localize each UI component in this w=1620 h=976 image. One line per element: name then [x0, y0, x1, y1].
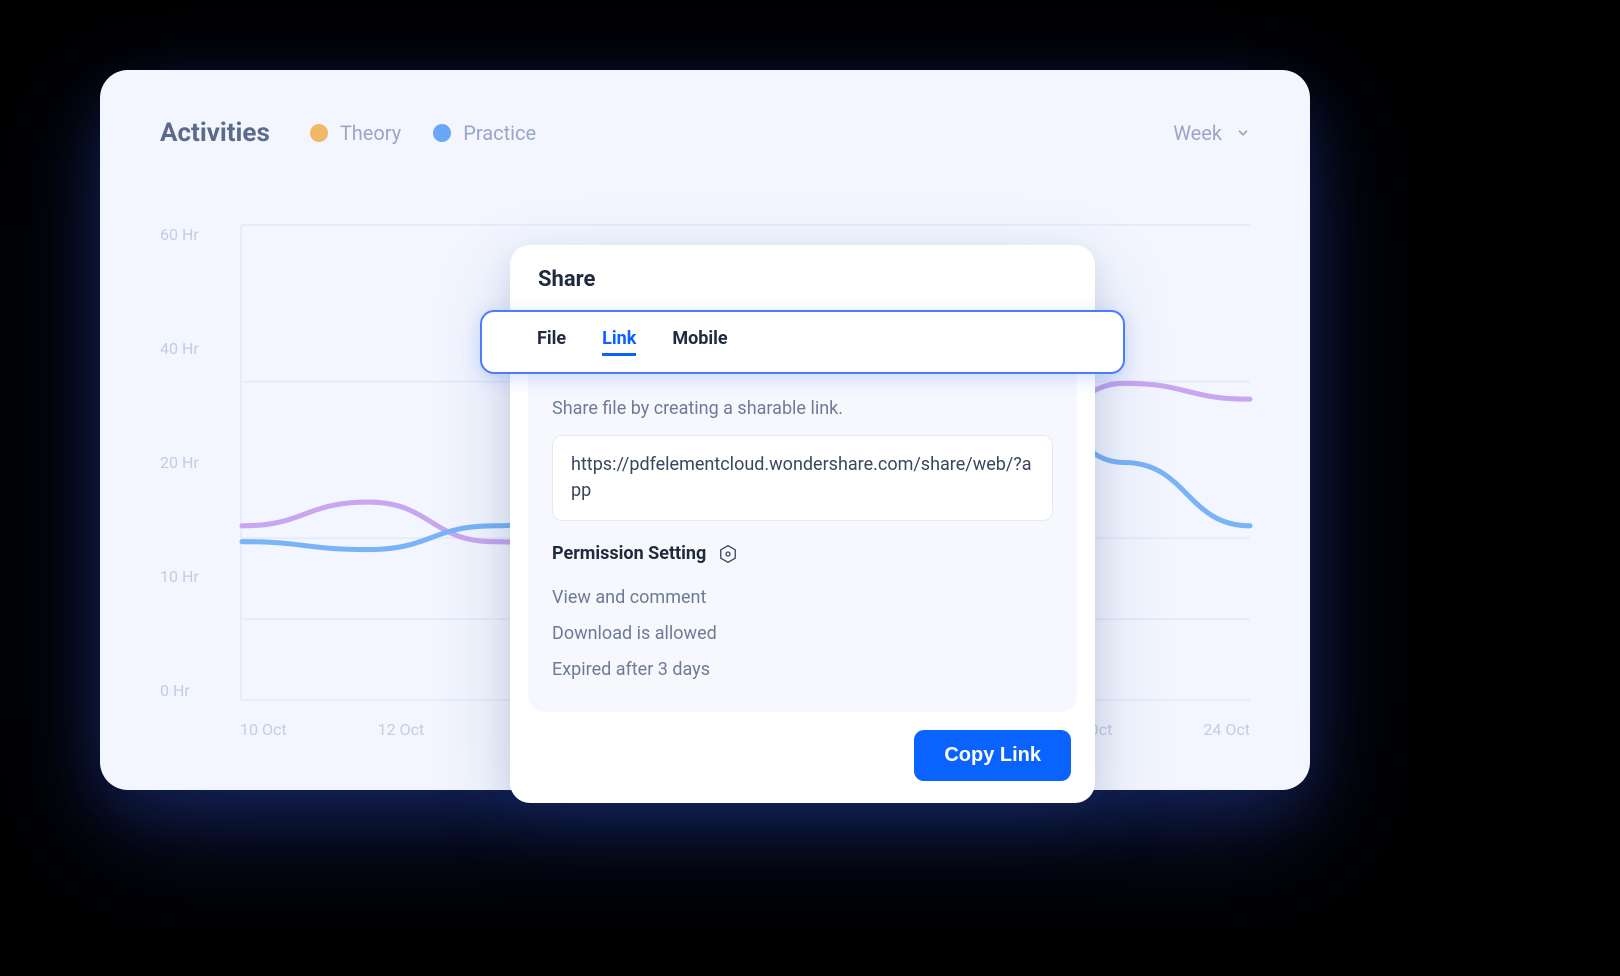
share-link-url[interactable]: https://pdfelementcloud.wondershare.com/… [552, 435, 1053, 521]
activities-header: Activities Theory Practice Week [160, 118, 1250, 148]
chart-legend: Theory Practice [310, 121, 536, 145]
legend-label-theory: Theory [340, 121, 401, 145]
share-link-description: Share file by creating a sharable link. [552, 398, 1053, 419]
permission-item: View and comment [552, 580, 1053, 616]
permission-heading: Permission Setting [552, 543, 1053, 564]
y-tick: 10 Hr [160, 567, 230, 586]
legend-dot-theory [310, 124, 328, 142]
legend-label-practice: Practice [463, 121, 536, 145]
x-tick: 10 Oct [240, 720, 287, 750]
copy-link-button[interactable]: Copy Link [914, 730, 1071, 781]
permission-list: View and comment Download is allowed Exp… [552, 580, 1053, 688]
range-label: Week [1173, 121, 1222, 145]
y-axis-labels: 60 Hr 40 Hr 20 Hr 10 Hr 0 Hr [160, 225, 230, 700]
legend-dot-practice [433, 124, 451, 142]
y-tick: 40 Hr [160, 339, 230, 358]
permission-item: Download is allowed [552, 616, 1053, 652]
tab-link[interactable]: Link [602, 328, 636, 356]
y-tick: 0 Hr [160, 681, 230, 700]
share-link-panel: Share file by creating a sharable link. … [528, 374, 1077, 712]
legend-theory: Theory [310, 121, 401, 145]
page-title: Activities [160, 118, 270, 148]
y-tick: 20 Hr [160, 453, 230, 472]
range-selector[interactable]: Week [1173, 121, 1250, 145]
permission-item: Expired after 3 days [552, 652, 1053, 688]
chevron-down-icon [1236, 126, 1250, 140]
share-tabs: File Link Mobile [480, 310, 1125, 374]
x-tick: 24 Oct [1203, 720, 1250, 750]
tab-file[interactable]: File [537, 328, 566, 356]
legend-practice: Practice [433, 121, 536, 145]
y-tick: 60 Hr [160, 225, 230, 244]
share-modal-title: Share [510, 245, 1095, 310]
tab-mobile[interactable]: Mobile [672, 328, 727, 356]
share-modal: Share File Link Mobile Share file by cre… [510, 245, 1095, 803]
settings-icon[interactable] [718, 544, 738, 564]
permission-heading-label: Permission Setting [552, 543, 706, 564]
share-modal-footer: Copy Link [510, 712, 1095, 803]
activities-card: Activities Theory Practice Week 60 Hr 40 … [100, 70, 1310, 790]
x-tick: 12 Oct [378, 720, 425, 750]
